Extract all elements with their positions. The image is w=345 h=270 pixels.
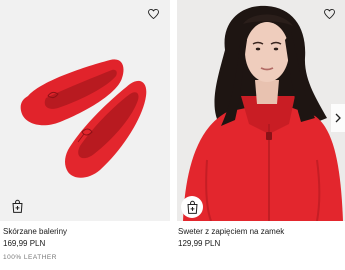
woman-red-zip-sweater-image <box>183 5 343 221</box>
product-title[interactable]: Sweter z zapięciem na zamek <box>178 227 345 237</box>
product-card[interactable]: Skórzane baleriny 169,99 PLN 100% LEATHE… <box>0 0 170 262</box>
product-title[interactable]: Skórzane baleriny <box>3 227 170 237</box>
heart-icon[interactable] <box>321 6 337 22</box>
chevron-right-icon[interactable] <box>331 104 345 132</box>
product-image[interactable] <box>0 0 170 221</box>
heart-icon[interactable] <box>145 6 161 22</box>
product-material: 100% LEATHER <box>3 254 57 261</box>
product-price: 169,99 PLN <box>3 239 46 248</box>
red-ballet-flats-image <box>20 59 147 178</box>
product-card[interactable]: Sweter z zapięciem na zamek 129,99 PLN <box>177 0 345 249</box>
product-price: 129,99 PLN <box>178 239 221 248</box>
product-info: Skórzane baleriny 169,99 PLN 100% LEATHE… <box>0 221 170 262</box>
product-image[interactable] <box>177 0 345 221</box>
product-info: Sweter z zapięciem na zamek 129,99 PLN <box>177 221 345 249</box>
add-to-bag-icon[interactable] <box>8 197 26 215</box>
add-to-bag-icon[interactable] <box>181 196 203 218</box>
